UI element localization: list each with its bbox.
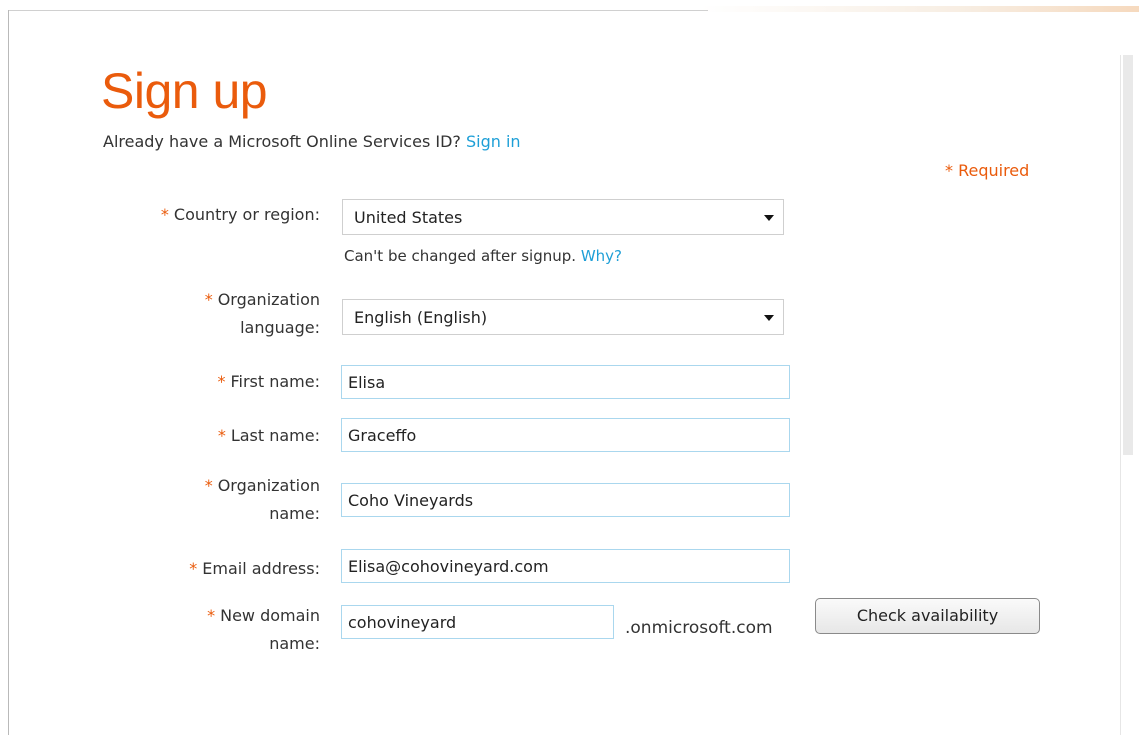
email-label-text: Email address: (202, 559, 320, 578)
required-star: * (189, 559, 198, 578)
signup-page: Sign up Already have a Microsoft Online … (0, 0, 1139, 735)
why-link[interactable]: Why? (581, 247, 622, 265)
chevron-down-icon (764, 315, 774, 321)
required-star: * (160, 205, 169, 224)
language-label-line2: language: (240, 318, 320, 337)
first-name-label: * First name: (0, 370, 320, 394)
last-name-input[interactable] (341, 418, 790, 452)
required-note: * Required (945, 161, 1030, 180)
email-input[interactable] (341, 549, 790, 583)
chevron-down-icon (764, 215, 774, 221)
country-help-text: Can't be changed after signup. (344, 247, 577, 265)
language-label: * Organization language: (0, 288, 320, 340)
scrollbar-thumb[interactable] (1123, 55, 1133, 455)
first-name-label-text: First name: (230, 372, 320, 391)
language-selected-value: English (English) (354, 308, 488, 327)
domain-input[interactable] (341, 605, 614, 639)
required-star: * (204, 476, 213, 495)
domain-suffix: .onmicrosoft.com (625, 618, 773, 638)
country-select[interactable]: United States (342, 199, 784, 235)
organization-label-line1: Organization (217, 476, 320, 495)
required-star: * (217, 372, 226, 391)
last-name-label-text: Last name: (230, 426, 320, 445)
email-label: * Email address: (0, 557, 320, 581)
language-label-line1: Organization (217, 290, 320, 309)
last-name-label: * Last name: (0, 424, 320, 448)
top-edge-shade (700, 6, 1139, 12)
country-label-text: Country or region: (173, 205, 320, 224)
required-star: * (217, 426, 226, 445)
required-star: * (204, 290, 213, 309)
country-label: * Country or region: (0, 203, 320, 227)
organization-label-line2: name: (269, 504, 320, 523)
country-help: Can't be changed after signup. Why? (344, 247, 622, 265)
existing-account-text: Already have a Microsoft Online Services… (103, 132, 461, 151)
organization-name-label: * Organization name: (0, 474, 320, 526)
first-name-input[interactable] (341, 365, 790, 399)
window-top-border (8, 10, 708, 11)
sign-in-link[interactable]: Sign in (466, 132, 521, 151)
existing-account-prompt: Already have a Microsoft Online Services… (103, 132, 521, 151)
country-selected-value: United States (354, 208, 463, 227)
domain-label-line2: name: (269, 634, 320, 653)
organization-name-input[interactable] (341, 483, 790, 517)
required-star: * (207, 606, 216, 625)
domain-label-line1: New domain (220, 606, 320, 625)
page-title: Sign up (101, 63, 268, 119)
domain-label: * New domain name: (0, 604, 320, 656)
check-availability-button[interactable]: Check availability (815, 598, 1040, 634)
language-select[interactable]: English (English) (342, 299, 784, 335)
